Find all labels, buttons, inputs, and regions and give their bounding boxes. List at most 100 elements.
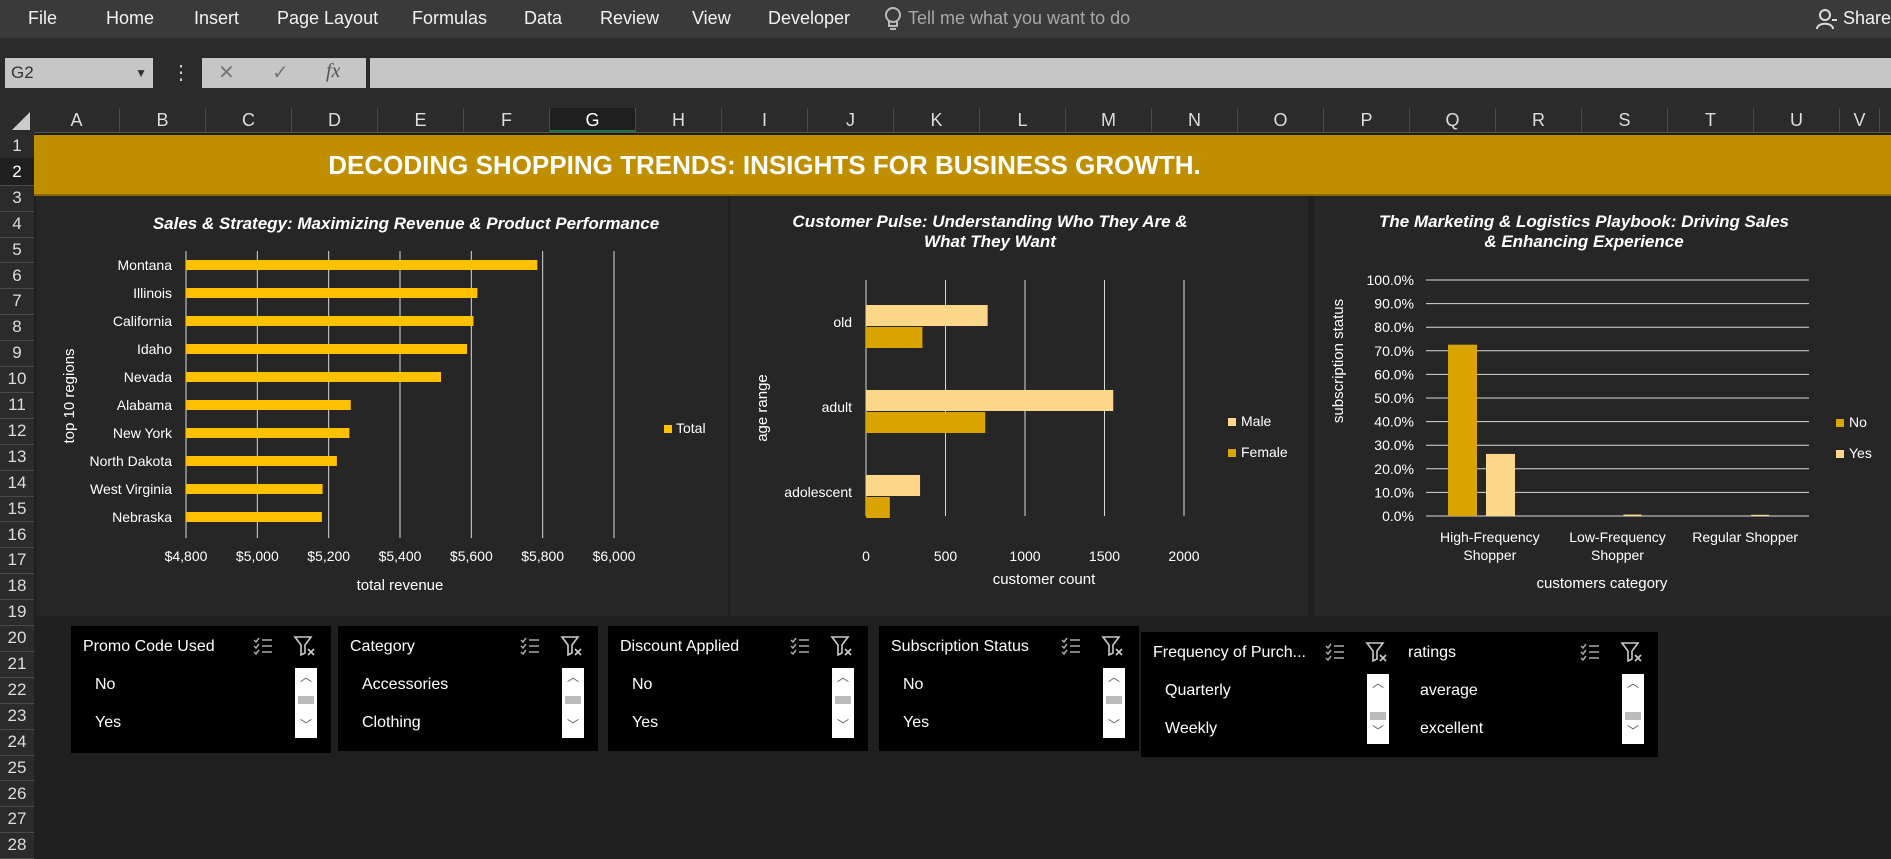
row-header-25[interactable]: 25 bbox=[0, 754, 34, 782]
row-header-28[interactable]: 28 bbox=[0, 831, 34, 859]
chevron-down-icon[interactable]: ﹀ bbox=[300, 716, 312, 733]
column-header-v[interactable]: V bbox=[1840, 108, 1880, 132]
row-header-24[interactable]: 24 bbox=[0, 728, 34, 756]
slicer-category[interactable]: Category Accessories Clothing ︿ ﹀ bbox=[338, 626, 598, 751]
slicer-item[interactable]: Quarterly bbox=[1165, 682, 1231, 700]
slicer-item[interactable]: excellent bbox=[1420, 720, 1483, 738]
more-options-icon[interactable]: ⋮ bbox=[171, 60, 191, 85]
slicer-subscription-status[interactable]: Subscription Status No Yes ︿ ﹀ bbox=[879, 626, 1139, 751]
chevron-up-icon[interactable]: ︿ bbox=[567, 668, 579, 685]
chart-sales-revenue[interactable]: $4,800 $5,000 $5,200 $5,400 $5,600 $5,800 $6,0… bbox=[36, 196, 728, 616]
slicer-scrollbar[interactable]: ︿ ﹀ bbox=[1622, 674, 1644, 744]
row-header-10[interactable]: 10 bbox=[0, 365, 34, 393]
row-header-15[interactable]: 15 bbox=[0, 495, 34, 523]
column-header-b[interactable]: B bbox=[120, 108, 206, 132]
clear-filter-icon[interactable] bbox=[560, 634, 584, 658]
scroll-thumb[interactable] bbox=[1370, 712, 1386, 720]
slicer-ratings[interactable]: ratings average excellent ︿ ﹀ bbox=[1396, 632, 1658, 757]
row-header-16[interactable]: 16 bbox=[0, 521, 34, 549]
column-header-k[interactable]: K bbox=[894, 108, 980, 132]
share-button[interactable]: Share bbox=[1843, 8, 1891, 29]
column-header-n[interactable]: N bbox=[1152, 108, 1238, 132]
row-header-6[interactable]: 6 bbox=[0, 262, 34, 290]
scroll-thumb[interactable] bbox=[298, 696, 314, 704]
slicer-frequency-of-purch[interactable]: Frequency of Purch... Quarterly Weekly ︿… bbox=[1141, 632, 1403, 757]
row-header-5[interactable]: 5 bbox=[0, 236, 34, 264]
slicer-scrollbar[interactable]: ︿ ﹀ bbox=[832, 668, 854, 738]
tab-file[interactable]: File bbox=[28, 8, 57, 29]
tab-review[interactable]: Review bbox=[600, 8, 659, 29]
column-header-a[interactable]: A bbox=[34, 108, 120, 132]
tell-me-search[interactable]: Tell me what you want to do bbox=[908, 8, 1130, 29]
column-header-e[interactable]: E bbox=[378, 108, 464, 132]
column-header-s[interactable]: S bbox=[1582, 108, 1668, 132]
row-header-1[interactable]: 1 bbox=[0, 132, 34, 160]
row-header-12[interactable]: 12 bbox=[0, 417, 34, 445]
select-all-icon[interactable] bbox=[10, 112, 30, 130]
row-header-9[interactable]: 9 bbox=[0, 339, 34, 368]
row-header-7[interactable]: 7 bbox=[0, 287, 34, 316]
column-header-p[interactable]: P bbox=[1324, 108, 1410, 132]
slicer-item[interactable]: Accessories bbox=[362, 676, 448, 694]
row-header-17[interactable]: 17 bbox=[0, 546, 34, 575]
column-header-d[interactable]: D bbox=[292, 108, 378, 132]
slicer-scrollbar[interactable]: ︿ ﹀ bbox=[1367, 674, 1389, 744]
scroll-thumb[interactable] bbox=[1106, 696, 1122, 704]
column-header-l[interactable]: L bbox=[980, 108, 1066, 132]
tab-data[interactable]: Data bbox=[524, 8, 562, 29]
row-header-21[interactable]: 21 bbox=[0, 650, 34, 678]
slicer-item[interactable]: average bbox=[1420, 682, 1478, 700]
row-header-27[interactable]: 27 bbox=[0, 805, 34, 834]
column-header-g[interactable]: G bbox=[550, 108, 636, 132]
slicer-discount-applied[interactable]: Discount Applied No Yes ︿ ﹀ bbox=[608, 626, 868, 751]
row-header-14[interactable]: 14 bbox=[0, 469, 34, 497]
clear-filter-icon[interactable] bbox=[1101, 634, 1125, 658]
insert-function-icon[interactable]: fx bbox=[326, 60, 340, 83]
clear-filter-icon[interactable] bbox=[293, 634, 317, 658]
enter-checkmark-icon[interactable]: ✓ bbox=[272, 60, 289, 85]
column-header-r[interactable]: R bbox=[1496, 108, 1582, 132]
slicer-item[interactable]: Yes bbox=[632, 714, 658, 732]
scroll-thumb[interactable] bbox=[565, 696, 581, 704]
multi-select-icon[interactable] bbox=[1578, 640, 1602, 664]
row-header-26[interactable]: 26 bbox=[0, 780, 34, 808]
slicer-item[interactable]: No bbox=[632, 676, 652, 694]
chevron-up-icon[interactable]: ︿ bbox=[1372, 674, 1384, 691]
column-header-q[interactable]: Q bbox=[1410, 108, 1496, 132]
cancel-icon[interactable]: ✕ bbox=[218, 60, 235, 85]
scroll-thumb[interactable] bbox=[1625, 712, 1641, 720]
multi-select-icon[interactable] bbox=[1059, 634, 1083, 658]
multi-select-icon[interactable] bbox=[518, 634, 542, 658]
chevron-up-icon[interactable]: ︿ bbox=[837, 668, 849, 685]
row-header-23[interactable]: 23 bbox=[0, 702, 34, 730]
chevron-up-icon[interactable]: ︿ bbox=[1627, 674, 1639, 691]
slicer-promo-code-used[interactable]: Promo Code Used No Yes ︿ ﹀ bbox=[71, 626, 331, 753]
slicer-scrollbar[interactable]: ︿ ﹀ bbox=[1103, 668, 1125, 738]
row-header-20[interactable]: 20 bbox=[0, 624, 34, 652]
column-header-j[interactable]: J bbox=[808, 108, 894, 132]
slicer-item[interactable]: Clothing bbox=[362, 714, 421, 732]
row-header-4[interactable]: 4 bbox=[0, 210, 34, 238]
row-header-19[interactable]: 19 bbox=[0, 598, 34, 627]
row-header-13[interactable]: 13 bbox=[0, 443, 34, 471]
multi-select-icon[interactable] bbox=[251, 634, 275, 658]
slicer-scrollbar[interactable]: ︿ ﹀ bbox=[562, 668, 584, 738]
scroll-thumb[interactable] bbox=[835, 696, 851, 704]
column-header-o[interactable]: O bbox=[1238, 108, 1324, 132]
tab-home[interactable]: Home bbox=[106, 8, 154, 29]
multi-select-icon[interactable] bbox=[788, 634, 812, 658]
column-header-u[interactable]: U bbox=[1754, 108, 1840, 132]
column-header-i[interactable]: I bbox=[722, 108, 808, 132]
chevron-up-icon[interactable]: ︿ bbox=[300, 668, 312, 685]
chevron-up-icon[interactable]: ︿ bbox=[1108, 668, 1120, 685]
tab-insert[interactable]: Insert bbox=[194, 8, 239, 29]
chevron-down-icon[interactable]: ﹀ bbox=[1108, 716, 1120, 733]
clear-filter-icon[interactable] bbox=[1365, 640, 1389, 664]
column-header-c[interactable]: C bbox=[206, 108, 292, 132]
tab-developer[interactable]: Developer bbox=[768, 8, 850, 29]
multi-select-icon[interactable] bbox=[1323, 640, 1347, 664]
chart-customer-age[interactable]: 0 500 1000 1500 2000 old adult adolescent custom… bbox=[730, 196, 1308, 616]
row-header-18[interactable]: 18 bbox=[0, 572, 34, 601]
chevron-down-icon[interactable]: ﹀ bbox=[1372, 722, 1384, 739]
user-icon[interactable] bbox=[1816, 8, 1838, 30]
